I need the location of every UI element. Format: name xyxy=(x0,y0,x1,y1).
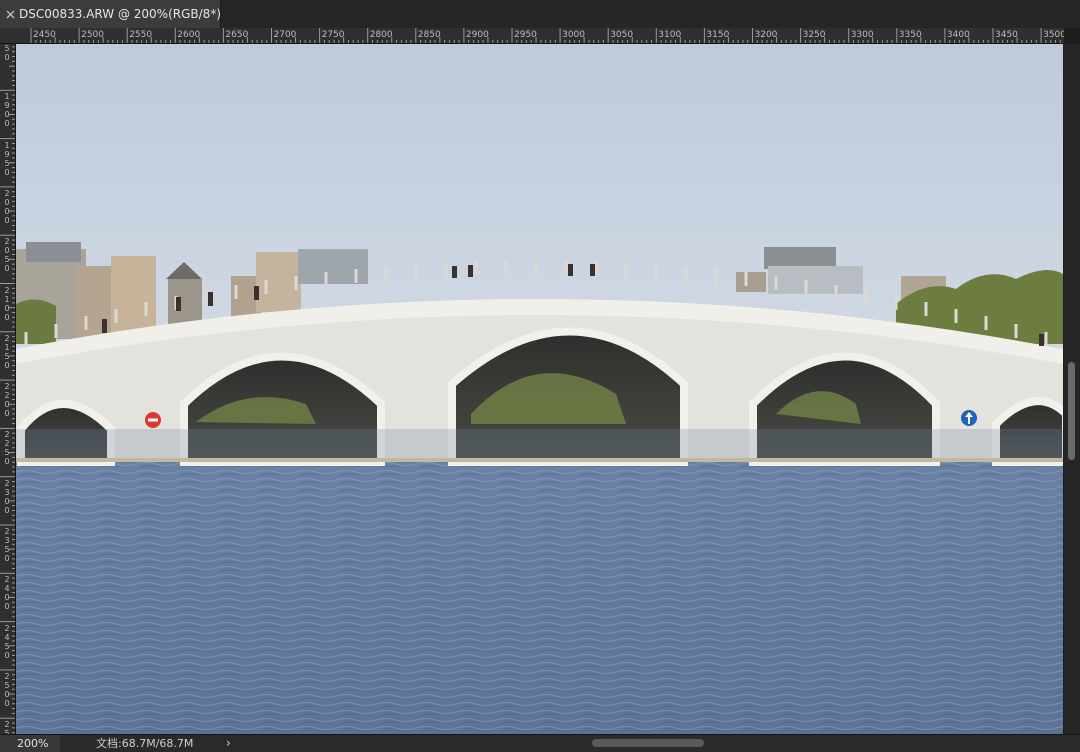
vertical-ruler-label: 2450 xyxy=(4,623,10,660)
vertical-ruler-label: 2250 xyxy=(4,430,10,467)
up-arrow-sign-icon xyxy=(961,410,977,426)
vertical-ruler-label: 2050 xyxy=(4,237,10,274)
vertical-ruler-label: 1900 xyxy=(4,92,10,129)
document-tab-bar: DSC00833.ARW @ 200%(RGB/8*) xyxy=(0,0,1080,28)
vertical-scrollbar[interactable] xyxy=(1064,44,1080,734)
vertical-ruler-label: 2100 xyxy=(4,285,10,322)
document-tab[interactable]: DSC00833.ARW @ 200%(RGB/8*) xyxy=(0,0,221,28)
horizontal-scroll-thumb[interactable] xyxy=(592,739,704,747)
horizontal-ruler-label: 2750 xyxy=(321,30,345,40)
vertical-ruler-label: 50 xyxy=(4,44,10,62)
horizontal-ruler-label: 2550 xyxy=(129,30,153,40)
vertical-ruler-label: 2000 xyxy=(4,188,10,225)
horizontal-ruler-label: 2500 xyxy=(81,30,104,40)
horizontal-ruler-label: 3050 xyxy=(610,30,634,40)
horizontal-ruler-label: 3350 xyxy=(898,30,922,40)
status-menu-arrow-icon[interactable]: › xyxy=(226,735,231,752)
horizontal-ruler-label: 2950 xyxy=(514,30,537,40)
ruler-corner[interactable] xyxy=(0,28,17,44)
horizontal-ruler-label: 2850 xyxy=(417,30,441,40)
horizontal-ruler-label: 2800 xyxy=(369,30,393,40)
horizontal-ruler-label: 3100 xyxy=(658,30,682,40)
zoom-level-field[interactable]: 200% xyxy=(0,735,60,752)
horizontal-ruler-label: 3300 xyxy=(850,30,874,40)
horizontal-ruler-label: 3400 xyxy=(946,30,970,40)
vertical-ruler-label: 2300 xyxy=(4,478,10,515)
vertical-ruler-label: 1950 xyxy=(4,140,10,177)
horizontal-ruler-label: 3200 xyxy=(754,30,778,40)
status-bar: 200% 文档:68.7M/68.7M › xyxy=(0,734,1080,752)
image-canvas[interactable] xyxy=(16,44,1063,734)
vertical-ruler-label: 2150 xyxy=(4,333,10,370)
horizontal-ruler-label: 2650 xyxy=(225,30,249,40)
vertical-ruler-label: 2400 xyxy=(4,575,10,612)
vertical-scroll-thumb[interactable] xyxy=(1068,362,1075,460)
horizontal-ruler-label: 2900 xyxy=(465,30,489,40)
horizontal-ruler[interactable]: 2450 2500 2550 2600 2650 2700 2750 2800 2850 2900… xyxy=(16,28,1064,44)
horizontal-ruler-label: 3250 xyxy=(802,30,826,40)
no-entry-sign-icon xyxy=(145,412,161,428)
horizontal-ruler-label: 3500 xyxy=(1043,30,1064,40)
close-tab-icon[interactable] xyxy=(6,6,15,22)
vertical-ruler-label: 2200 xyxy=(4,382,10,419)
photo-bridge-over-lake xyxy=(16,44,1063,734)
horizontal-ruler-label: 2600 xyxy=(177,30,201,40)
horizontal-ruler-label: 3150 xyxy=(706,30,730,40)
document-size-info: 文档:68.7M/68.7M xyxy=(96,737,194,750)
vertical-ruler[interactable]: 50 1900 1950 2000 2050 2100 2150 2200 2250 2300 23… xyxy=(0,44,16,734)
horizontal-ruler-label: 2700 xyxy=(273,30,297,40)
vertical-ruler-label: 2350 xyxy=(4,527,10,563)
horizontal-ruler-label: 3450 xyxy=(995,30,1018,40)
vertical-ruler-label: 2550 xyxy=(4,720,10,734)
horizontal-ruler-label: 3000 xyxy=(562,30,585,40)
document-tab-title: DSC00833.ARW @ 200%(RGB/8*) xyxy=(19,7,221,21)
vertical-ruler-label: 2500 xyxy=(4,671,10,708)
horizontal-ruler-label: 2450 xyxy=(33,30,56,40)
